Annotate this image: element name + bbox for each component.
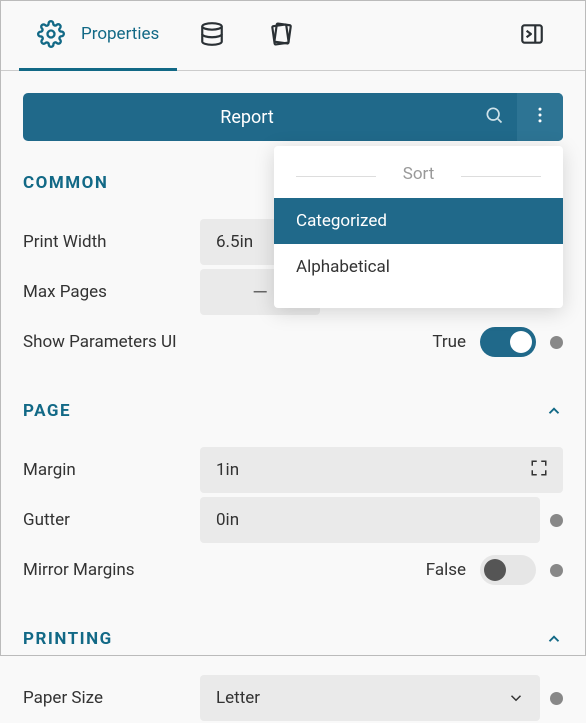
property-indicator[interactable] — [550, 564, 563, 577]
tab-properties-label: Properties — [81, 24, 159, 44]
toggle-show-parameters[interactable] — [480, 327, 536, 357]
tab-data[interactable] — [177, 1, 247, 71]
section-header-page[interactable]: PAGE — [23, 401, 563, 421]
input-gutter[interactable] — [200, 497, 540, 543]
show-parameters-state: True — [432, 332, 466, 352]
section-title: PRINTING — [23, 629, 113, 649]
row-gutter: Gutter — [23, 495, 563, 545]
label-print-width: Print Width — [23, 231, 188, 254]
label-margin: Margin — [23, 459, 188, 482]
expand-margin-button[interactable] — [515, 447, 563, 493]
dropdown-header: Sort — [274, 164, 563, 198]
chevron-up-icon — [545, 630, 563, 648]
label-gutter: Gutter — [23, 509, 188, 532]
report-menu-button[interactable] — [517, 93, 563, 141]
section-title: COMMON — [23, 173, 108, 193]
sort-dropdown: Sort Categorized Alphabetical — [274, 146, 563, 308]
section-title: PAGE — [23, 401, 71, 421]
property-indicator[interactable] — [550, 514, 563, 527]
database-icon — [199, 21, 225, 51]
row-show-parameters: Show Parameters UI True — [23, 317, 563, 367]
kebab-icon — [530, 105, 550, 129]
label-mirror-margins: Mirror Margins — [23, 559, 188, 582]
tab-properties[interactable]: Properties — [19, 1, 177, 71]
label-paper-size: Paper Size — [23, 687, 188, 710]
collapse-panel-button[interactable] — [497, 1, 567, 71]
mirror-margins-state: False — [426, 560, 466, 580]
search-icon — [484, 105, 504, 129]
report-header-bar: Report — [23, 93, 563, 141]
sort-option-alphabetical[interactable]: Alphabetical — [274, 244, 563, 290]
report-title: Report — [23, 107, 471, 128]
row-mirror-margins: Mirror Margins False — [23, 545, 563, 595]
gear-icon — [37, 20, 65, 48]
select-paper-size[interactable]: Letter — [200, 675, 540, 721]
label-show-parameters: Show Parameters UI — [23, 331, 188, 354]
row-margin: Margin 1in — [23, 445, 563, 495]
property-indicator[interactable] — [550, 336, 563, 349]
collapse-right-icon — [519, 21, 545, 51]
row-paper-size: Paper Size Letter — [23, 673, 563, 723]
toggle-mirror-margins[interactable] — [480, 555, 536, 585]
cards-icon — [269, 21, 295, 51]
chevron-up-icon — [545, 402, 563, 420]
chevron-down-icon — [492, 675, 540, 721]
section-header-printing[interactable]: PRINTING — [23, 629, 563, 649]
top-nav: Properties — [1, 1, 585, 71]
report-search-button[interactable] — [471, 93, 517, 141]
property-indicator[interactable] — [550, 692, 563, 705]
input-margin[interactable]: 1in — [200, 447, 563, 493]
expand-icon — [530, 459, 548, 481]
label-max-pages: Max Pages — [23, 281, 188, 304]
sort-option-categorized[interactable]: Categorized — [274, 198, 563, 244]
tab-theme[interactable] — [247, 1, 317, 71]
